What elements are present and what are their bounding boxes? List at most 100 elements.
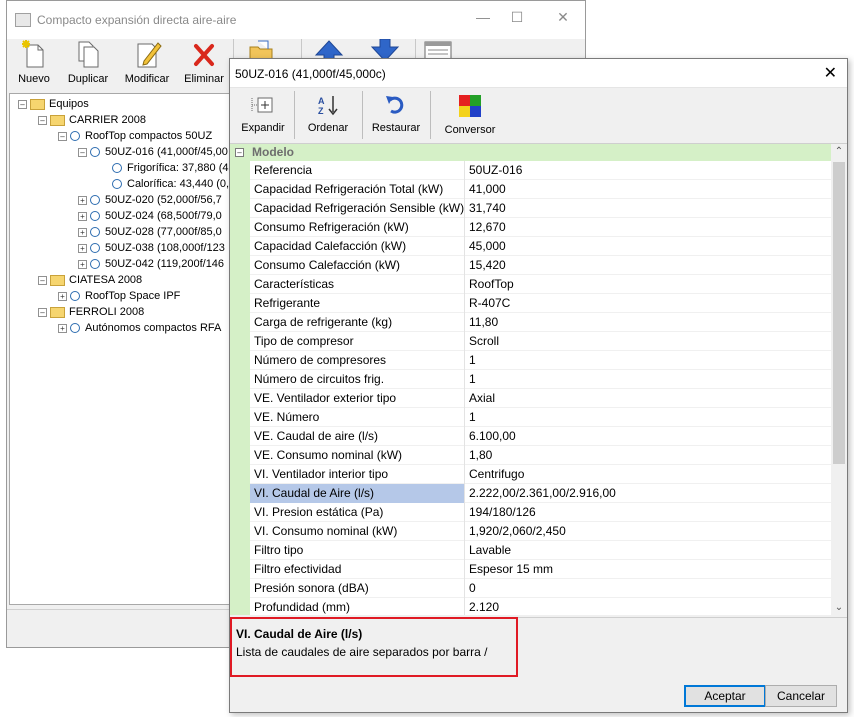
property-grid[interactable]: – Modelo Referencia 50UZ-016 Capacidad Ref…: [230, 143, 847, 615]
property-name[interactable]: VE. Consumo nominal (kW): [250, 446, 465, 465]
category-header[interactable]: – Modelo: [230, 144, 831, 161]
property-row[interactable]: VE. Ventilador exterior tipo Axial: [230, 389, 831, 408]
property-name[interactable]: Referencia: [250, 161, 465, 180]
property-name[interactable]: VI. Consumo nominal (kW): [250, 522, 465, 541]
scroll-thumb[interactable]: [833, 162, 845, 464]
property-value[interactable]: Scroll: [465, 332, 831, 351]
vertical-scrollbar[interactable]: ⌃ ⌄: [831, 144, 847, 615]
property-name[interactable]: Filtro tipo: [250, 541, 465, 560]
cancel-button[interactable]: Cancelar: [765, 685, 837, 707]
property-row[interactable]: Refrigerante R-407C: [230, 294, 831, 313]
tree-node-model[interactable]: +50UZ-028 (77,000f/85,0: [78, 224, 222, 240]
tree-node-model[interactable]: +50UZ-020 (52,000f/56,7: [78, 192, 222, 208]
tree-node-family[interactable]: – RoofTop compactos 50UZ: [58, 128, 212, 144]
property-value[interactable]: 15,420: [465, 256, 831, 275]
property-row[interactable]: Filtro tipo Lavable: [230, 541, 831, 560]
expand-icon[interactable]: +: [78, 259, 87, 269]
tree-node-manufacturer[interactable]: – CIATESA 2008: [38, 272, 142, 288]
tree-node-model[interactable]: +50UZ-038 (108,000f/123: [78, 240, 225, 256]
property-name[interactable]: Carga de refrigerante (kg): [250, 313, 465, 332]
scroll-up-icon[interactable]: ⌃: [831, 144, 847, 160]
expand-icon[interactable]: +: [58, 323, 67, 333]
property-row[interactable]: VE. Caudal de aire (l/s) 6.100,00: [230, 427, 831, 446]
sort-button[interactable]: A Z Ordenar: [302, 94, 354, 134]
property-row[interactable]: VI. Ventilador interior tipo Centrifugo: [230, 465, 831, 484]
tree-node-mode[interactable]: Calorífica: 43,440 (0,: [112, 176, 229, 192]
property-value[interactable]: 194/180/126: [465, 503, 831, 522]
property-value[interactable]: Espesor 15 mm: [465, 560, 831, 579]
property-value[interactable]: 0: [465, 579, 831, 598]
tree-node-family[interactable]: + RoofTop Space IPF: [58, 288, 180, 304]
property-name[interactable]: VI. Caudal de Aire (l/s): [250, 484, 465, 503]
tree-node-model[interactable]: – 50UZ-016 (41,000f/45,00: [78, 144, 228, 160]
property-name[interactable]: Capacidad Refrigeración Total (kW): [250, 180, 465, 199]
close-icon[interactable]: ✕: [553, 9, 573, 26]
property-value[interactable]: RoofTop: [465, 275, 831, 294]
property-row[interactable]: Referencia 50UZ-016: [230, 161, 831, 180]
property-name[interactable]: VI. Ventilador interior tipo: [250, 465, 465, 484]
property-value[interactable]: Centrifugo: [465, 465, 831, 484]
property-row[interactable]: Número de circuitos frig. 1: [230, 370, 831, 389]
collapse-icon[interactable]: –: [78, 147, 87, 157]
tree-node-mode[interactable]: Frigorífica: 37,880 (4: [112, 160, 229, 176]
property-value[interactable]: 1: [465, 408, 831, 427]
expand-button[interactable]: Expandir: [238, 94, 288, 134]
converter-button[interactable]: Conversor: [438, 94, 502, 136]
delete-button[interactable]: Eliminar: [181, 39, 227, 85]
modify-button[interactable]: Modificar: [121, 39, 173, 85]
property-row[interactable]: Presión sonora (dBA) 0: [230, 579, 831, 598]
property-row[interactable]: VE. Número 1: [230, 408, 831, 427]
property-name[interactable]: Tipo de compresor: [250, 332, 465, 351]
property-name[interactable]: Filtro efectividad: [250, 560, 465, 579]
property-name[interactable]: Número de compresores: [250, 351, 465, 370]
property-name[interactable]: Profundidad (mm): [250, 598, 465, 615]
expand-icon[interactable]: +: [78, 243, 87, 253]
property-value[interactable]: 1,80: [465, 446, 831, 465]
property-name[interactable]: Presión sonora (dBA): [250, 579, 465, 598]
property-value[interactable]: 1,920/2,060/2,450: [465, 522, 831, 541]
property-name[interactable]: Número de circuitos frig.: [250, 370, 465, 389]
property-name[interactable]: VI. Presion estática (Pa): [250, 503, 465, 522]
minimize-icon[interactable]: —: [473, 9, 493, 25]
property-row[interactable]: VE. Consumo nominal (kW) 1,80: [230, 446, 831, 465]
property-value[interactable]: 2.222,00/2.361,00/2.916,00: [465, 484, 831, 503]
new-button[interactable]: Nuevo: [13, 39, 55, 85]
dialog-close-icon[interactable]: ✕: [824, 63, 837, 83]
property-name[interactable]: VE. Caudal de aire (l/s): [250, 427, 465, 446]
property-value[interactable]: 41,000: [465, 180, 831, 199]
property-row[interactable]: VI. Caudal de Aire (l/s) 2.222,00/2.361,0…: [230, 484, 831, 503]
property-value[interactable]: 1: [465, 351, 831, 370]
tree-node-manufacturer[interactable]: – CARRIER 2008: [38, 112, 146, 128]
collapse-icon[interactable]: –: [38, 275, 47, 285]
equipment-tree[interactable]: – Equipos – CARRIER 2008 – RoofTop compacto…: [9, 93, 233, 605]
expand-icon[interactable]: +: [78, 211, 87, 221]
property-name[interactable]: Capacidad Calefacción (kW): [250, 237, 465, 256]
property-value[interactable]: Axial: [465, 389, 831, 408]
property-value[interactable]: 1: [465, 370, 831, 389]
collapse-icon[interactable]: –: [58, 131, 67, 141]
property-row[interactable]: Número de compresores 1: [230, 351, 831, 370]
property-row[interactable]: VI. Consumo nominal (kW) 1,920/2,060/2,45…: [230, 522, 831, 541]
expand-icon[interactable]: +: [58, 291, 67, 301]
property-value[interactable]: 50UZ-016: [465, 161, 831, 180]
duplicate-button[interactable]: Duplicar: [65, 39, 111, 85]
property-row[interactable]: Carga de refrigerante (kg) 11,80: [230, 313, 831, 332]
property-value[interactable]: 11,80: [465, 313, 831, 332]
property-row[interactable]: Profundidad (mm) 2.120: [230, 598, 831, 615]
property-name[interactable]: Capacidad Refrigeración Sensible (kW): [250, 199, 465, 218]
property-value[interactable]: 12,670: [465, 218, 831, 237]
property-name[interactable]: Refrigerante: [250, 294, 465, 313]
property-name[interactable]: Consumo Refrigeración (kW): [250, 218, 465, 237]
property-value[interactable]: Lavable: [465, 541, 831, 560]
property-value[interactable]: R-407C: [465, 294, 831, 313]
scroll-down-icon[interactable]: ⌄: [831, 600, 847, 615]
property-value[interactable]: 2.120: [465, 598, 831, 615]
property-row[interactable]: Capacidad Calefacción (kW) 45,000: [230, 237, 831, 256]
tree-node-model[interactable]: +50UZ-042 (119,200f/146: [78, 256, 224, 272]
property-row[interactable]: Capacidad Refrigeración Sensible (kW) 31,…: [230, 199, 831, 218]
tree-node-root[interactable]: – Equipos: [18, 96, 89, 112]
property-name[interactable]: Características: [250, 275, 465, 294]
expand-icon[interactable]: +: [78, 227, 87, 237]
property-row[interactable]: Capacidad Refrigeración Total (kW) 41,000: [230, 180, 831, 199]
tree-node-model[interactable]: +50UZ-024 (68,500f/79,0: [78, 208, 222, 224]
